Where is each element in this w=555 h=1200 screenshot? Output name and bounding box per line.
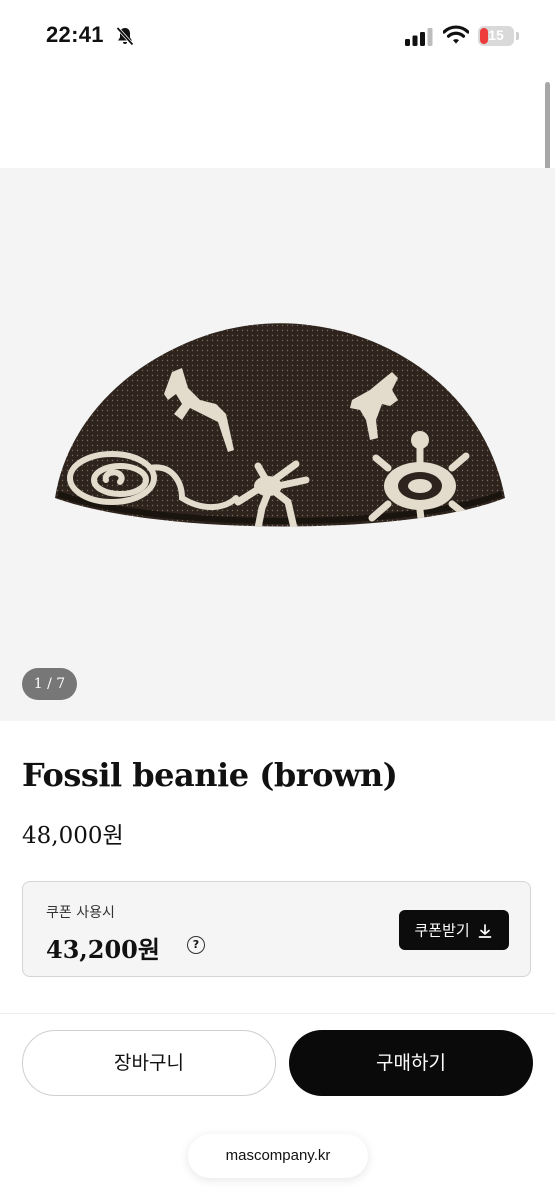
coupon-price: 43,200원 [46, 935, 160, 964]
silent-bell-icon [116, 26, 134, 46]
battery-icon: 15 [478, 26, 514, 46]
battery-cap [516, 32, 519, 40]
get-coupon-button[interactable]: 쿠폰받기 [399, 910, 509, 950]
gallery-page-indicator: 1 / 7 [22, 668, 77, 700]
divider [0, 1013, 555, 1014]
status-time: 22:41 [46, 22, 104, 47]
add-to-cart-button[interactable]: 장바구니 [22, 1030, 276, 1096]
coupon-label: 쿠폰 사용시 [46, 905, 115, 921]
status-bar: 22:41 15 [0, 0, 555, 74]
product-image-beanie [55, 323, 505, 527]
battery-percentage: 15 [488, 27, 504, 43]
coupon-box: 쿠폰 사용시 43,200원 ? 쿠폰받기 [22, 881, 531, 977]
product-price: 48,000원 [22, 823, 124, 849]
browser-url-bar[interactable]: mascompany.kr [188, 1134, 368, 1178]
help-icon[interactable]: ? [187, 936, 205, 954]
buy-now-button[interactable]: 구매하기 [289, 1030, 533, 1096]
get-coupon-label: 쿠폰받기 [414, 921, 470, 940]
cellular-signal-icon [405, 28, 433, 46]
download-icon [479, 923, 492, 938]
product-image-gallery[interactable]: 1 / 7 [0, 168, 555, 721]
wifi-icon [443, 25, 469, 44]
product-title: Fossil beanie (brown) [22, 756, 398, 794]
